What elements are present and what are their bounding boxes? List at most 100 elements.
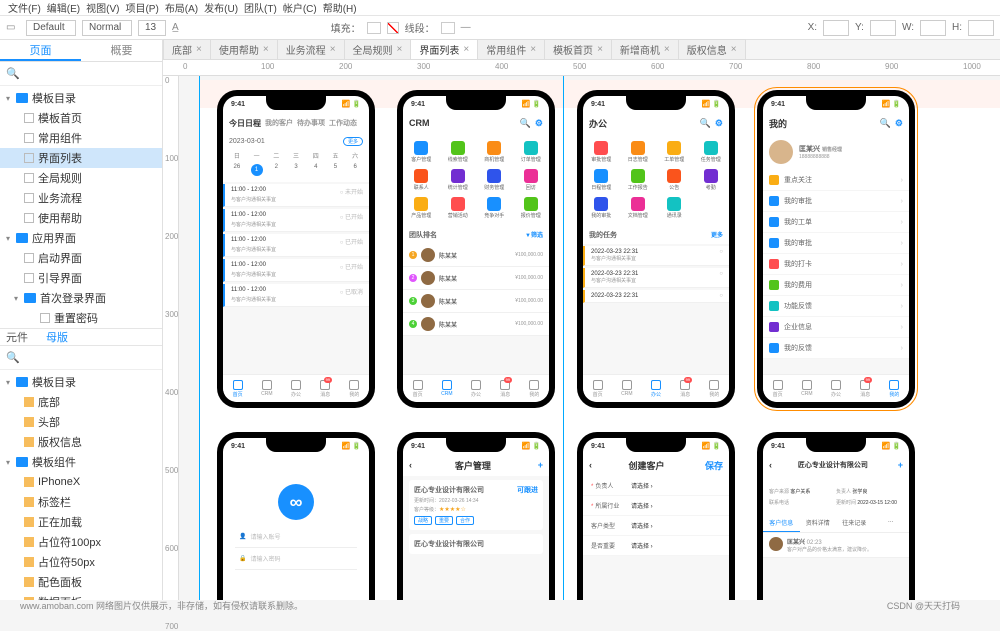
app-icon[interactable]: 公告 — [656, 166, 693, 194]
tree-node[interactable]: 标签栏 — [0, 492, 162, 512]
close-icon[interactable]: × — [196, 44, 202, 55]
add-icon[interactable]: + — [538, 460, 543, 470]
guide-line[interactable] — [199, 76, 200, 600]
app-icon[interactable]: 产品管理 — [403, 194, 440, 222]
tree-node[interactable]: 常用组件 — [0, 128, 162, 148]
rank-item[interactable]: 3陈某某¥100,000.00 — [403, 290, 549, 313]
tree-node[interactable]: ▾模板组件 — [0, 452, 162, 472]
menu-account[interactable]: 帐户(C) — [283, 0, 317, 15]
tabbar-item[interactable]: 办公 — [641, 375, 670, 402]
tab-masters[interactable]: 母版 — [46, 329, 68, 345]
tree-node[interactable]: 模板首页 — [0, 108, 162, 128]
menu-item[interactable]: 功能反馈› — [763, 296, 909, 317]
guide-line[interactable] — [563, 76, 564, 600]
menu-item[interactable]: 我的打卡› — [763, 254, 909, 275]
tabbar-item[interactable]: 办公 — [281, 375, 310, 402]
app-icon[interactable]: 营销活动 — [440, 194, 477, 222]
phone-mock-profile[interactable]: 9:41📶 🔋 我的🔍⚙ 匡某兴 销售经理18888888888 重点关注›我的… — [757, 90, 915, 408]
gear-icon[interactable]: ⚙ — [895, 118, 903, 129]
tree-node[interactable]: 启动界面 — [0, 248, 162, 268]
schedule-item[interactable]: 11:00 - 12:00○ 已开始与客户沟通相关事宜 — [223, 259, 369, 282]
tree-node[interactable]: ▾应用界面 — [0, 228, 162, 248]
close-icon[interactable]: × — [530, 44, 536, 55]
tree-node[interactable]: 头部 — [0, 412, 162, 432]
x-input[interactable] — [823, 20, 849, 36]
phone-mock-customer-detail[interactable]: 9:41📶 🔋 ‹匠心专业设计有限公司+ 客户来源 客户关系负责人 张学良联系电… — [757, 432, 915, 600]
doc-tab[interactable]: 模板首页× — [544, 39, 612, 59]
font-family-select[interactable]: Default — [26, 20, 76, 36]
app-icon[interactable]: 日志管理 — [620, 138, 657, 166]
tabbar-item[interactable]: 消息99 — [311, 375, 340, 402]
detail-tab[interactable]: 往来记录 — [836, 514, 873, 532]
app-icon[interactable]: 报价管理 — [513, 194, 550, 222]
app-icon[interactable]: 统计管理 — [440, 166, 477, 194]
rank-item[interactable]: 2陈某某¥100,000.00 — [403, 267, 549, 290]
app-icon[interactable]: 线索管理 — [440, 138, 477, 166]
tabbar-item[interactable]: 我的 — [340, 375, 369, 402]
doc-tab[interactable]: 底部× — [163, 39, 211, 59]
doc-tab[interactable]: 全局规则× — [344, 39, 412, 59]
appbar-tab[interactable]: 今日日程 — [229, 118, 261, 129]
tabbar-item[interactable]: 消息99 — [671, 375, 700, 402]
form-row[interactable]: 是否重要请选择 › — [583, 536, 729, 556]
menu-help[interactable]: 帮助(H) — [323, 0, 357, 15]
tabbar-item[interactable]: 消息99 — [851, 375, 880, 402]
menu-item[interactable]: 我的费用› — [763, 275, 909, 296]
stroke-swatch[interactable] — [441, 22, 455, 34]
font-style-select[interactable]: Normal — [82, 20, 132, 36]
doc-tab[interactable]: 使用帮助× — [210, 39, 278, 59]
todo-item[interactable]: 2022-03-23 22:31○ — [583, 290, 729, 303]
app-icon[interactable]: 审批管理 — [583, 138, 620, 166]
menu-arrange[interactable]: 布局(A) — [165, 0, 198, 15]
tabbar-item[interactable]: 首页 — [763, 375, 792, 402]
appbar-tab[interactable]: 我的客户 — [265, 118, 293, 128]
menu-item[interactable]: 我的审批› — [763, 191, 909, 212]
tabbar-item[interactable]: 我的 — [880, 375, 909, 402]
doc-tab[interactable]: 业务流程× — [277, 39, 345, 59]
detail-tab[interactable]: 客户信息 — [763, 514, 800, 532]
gear-icon[interactable]: ⚙ — [535, 118, 543, 129]
menu-item[interactable]: 重点关注› — [763, 170, 909, 191]
close-icon[interactable]: × — [463, 44, 469, 55]
close-icon[interactable]: × — [731, 44, 737, 55]
phone-mock-crm[interactable]: 9:41📶 🔋 CRM🔍⚙ 客户管理线索管理商机管理订单管理联系人统计管理财务管… — [397, 90, 555, 408]
close-icon[interactable]: × — [597, 44, 603, 55]
app-icon[interactable]: 文档管理 — [620, 194, 657, 222]
save-button[interactable]: 保存 — [705, 459, 723, 472]
tabbar-item[interactable]: 办公 — [461, 375, 490, 402]
menu-team[interactable]: 团队(T) — [244, 0, 277, 15]
tabbar-item[interactable]: CRM — [792, 375, 821, 402]
tree-node[interactable]: 配色面板 — [0, 572, 162, 592]
username-input[interactable]: 请输入账号 — [250, 532, 280, 541]
app-icon[interactable]: 订单管理 — [513, 138, 550, 166]
masters-search[interactable]: 🔍 — [0, 346, 162, 370]
select-tool-icon[interactable]: ▭ — [6, 22, 20, 33]
switch-button[interactable]: 更多 — [343, 137, 363, 146]
menu-item[interactable]: 我的工单› — [763, 212, 909, 233]
avatar[interactable] — [769, 140, 793, 164]
close-icon[interactable]: × — [664, 44, 670, 55]
tree-node[interactable]: ▾模板目录 — [0, 88, 162, 108]
menu-publish[interactable]: 发布(U) — [204, 0, 238, 15]
tabbar-item[interactable]: 首页 — [583, 375, 612, 402]
customer-name[interactable]: 匠心专业设计有限公司 — [414, 539, 484, 549]
doc-tab[interactable]: 界面列表× — [410, 39, 478, 59]
fill-swatch[interactable] — [367, 22, 381, 34]
detail-tab[interactable]: … — [873, 514, 910, 532]
schedule-item[interactable]: 11:00 - 12:00○ 已开始与客户沟通相关事宜 — [223, 234, 369, 257]
tabbar-item[interactable]: 消息99 — [491, 375, 520, 402]
fill-none-icon[interactable] — [387, 22, 399, 34]
app-icon[interactable]: 工单管理 — [656, 138, 693, 166]
menu-project[interactable]: 项目(P) — [125, 0, 158, 15]
close-icon[interactable]: × — [397, 44, 403, 55]
tab-elements[interactable]: 元件 — [6, 329, 28, 345]
todo-item[interactable]: 2022-03-23 22:31○与客户沟通相关事宜 — [583, 246, 729, 266]
schedule-item[interactable]: 11:00 - 12:00○ 已取消与客户沟通相关事宜 — [223, 284, 369, 307]
tab-outline[interactable]: 概要 — [81, 40, 162, 61]
font-size-select[interactable]: 13 — [138, 20, 166, 36]
todo-item[interactable]: 2022-03-23 22:31○与客户沟通相关事宜 — [583, 268, 729, 288]
appbar-tab[interactable]: 工作动态 — [329, 118, 357, 128]
w-input[interactable] — [920, 20, 946, 36]
password-input[interactable]: 请输入密码 — [250, 554, 280, 563]
tab-pages[interactable]: 页面 — [0, 40, 81, 61]
